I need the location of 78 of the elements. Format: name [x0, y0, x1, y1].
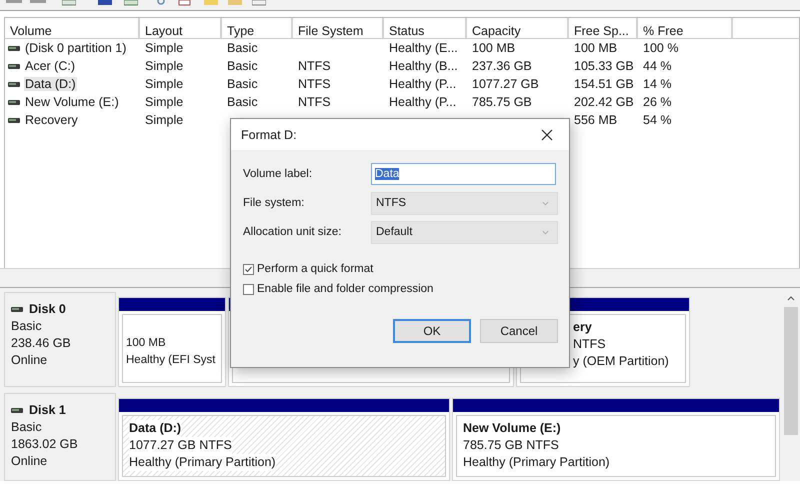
- table-cell: 785.75 GB: [472, 95, 532, 109]
- volume-label-field[interactable]: Data: [371, 163, 556, 185]
- table-cell: Basic: [227, 77, 258, 91]
- column-header[interactable]: Capacity: [467, 18, 569, 38]
- table-cell: Simple: [145, 41, 184, 55]
- table-cell: 100 MB: [472, 41, 516, 55]
- table-cell: Basic: [227, 59, 258, 73]
- checkbox-label[interactable]: Perform a quick format: [257, 263, 374, 275]
- partition-block[interactable]: Data (D:) 1077.27 GB NTFS Healthy (Primary Partition): [118, 398, 450, 481]
- disk-status: Online: [11, 453, 48, 470]
- volume-name[interactable]: (Disk 0 partition 1): [24, 41, 128, 55]
- partition-status: Healthy (Primary Partition): [129, 454, 276, 472]
- table-cell: Healthy (P...: [389, 95, 456, 109]
- table-cell: 154.51 GB: [574, 77, 634, 91]
- volume-name[interactable]: Acer (C:): [24, 59, 76, 73]
- table-cell: 105.33 GB: [574, 59, 634, 73]
- table-cell: 1077.27 GB: [472, 77, 539, 91]
- disk-name: Disk 0: [29, 301, 66, 318]
- table-cell: 14 %: [643, 77, 672, 91]
- table-cell: Basic: [227, 95, 258, 109]
- volume-name[interactable]: Recovery: [24, 113, 79, 127]
- table-cell: NTFS: [298, 95, 331, 109]
- partition-status: Healthy (EFI Syst: [126, 353, 216, 368]
- column-header[interactable]: Free Sp...: [569, 18, 638, 38]
- table-cell: NTFS: [298, 77, 331, 91]
- table-cell: Simple: [145, 77, 184, 91]
- disk-type: Basic: [11, 419, 43, 436]
- column-header[interactable]: File System: [293, 18, 384, 38]
- column-header[interactable]: Layout: [140, 18, 222, 38]
- column-header[interactable]: Type: [222, 18, 293, 38]
- table-cell: 556 MB: [574, 113, 618, 127]
- ok-button[interactable]: OK: [393, 319, 471, 343]
- disk-size: 238.46 GB: [11, 335, 72, 352]
- disk-name: Disk 1: [29, 402, 66, 420]
- disk-info-panel[interactable]: Disk 1 Basic 1863.02 GB Online: [4, 393, 116, 481]
- table-cell: 26 %: [643, 95, 672, 109]
- table-cell: 44 %: [643, 59, 672, 73]
- table-cell: Healthy (E...: [389, 41, 458, 55]
- table-cell: Simple: [145, 113, 184, 127]
- table-cell: Healthy (P...: [389, 77, 456, 91]
- table-cell: 100 %: [643, 41, 678, 55]
- checkbox-label[interactable]: Enable file and folder compression: [257, 283, 434, 295]
- field-label: Volume label:: [243, 168, 314, 180]
- table-cell: 237.36 GB: [472, 59, 532, 73]
- partition-status: Healthy (Primary Partition): [463, 454, 610, 472]
- table-cell: 54 %: [643, 113, 672, 127]
- table-cell: Simple: [145, 95, 184, 109]
- volume-name[interactable]: New Volume (E:): [24, 95, 120, 109]
- partition-size: 785.75 GB NTFS: [463, 437, 559, 454]
- column-header[interactable]: % Free: [638, 18, 733, 38]
- dropdown[interactable]: NTFS: [371, 192, 558, 214]
- partition-block[interactable]: 100 MB Healthy (EFI Syst: [118, 297, 226, 388]
- table-cell: Healthy (B...: [389, 59, 458, 73]
- dialog-title: Format D:: [241, 128, 297, 142]
- partition-status: y (OEM Partition): [573, 353, 669, 370]
- table-cell: NTFS: [298, 59, 331, 73]
- disk-status: Online: [11, 352, 48, 369]
- table-cell: 202.42 GB: [574, 95, 634, 109]
- disk-type: Basic: [11, 318, 43, 335]
- partition-title: New Volume (E:): [463, 420, 561, 438]
- disk-size: 1863.02 GB: [11, 436, 79, 454]
- table-cell: Simple: [145, 59, 184, 73]
- partition-title: Data (D:): [129, 420, 182, 438]
- field-label: File system:: [243, 197, 306, 209]
- partition-title: ery: [573, 319, 592, 336]
- partition-size: 100 MB: [126, 336, 166, 351]
- column-header[interactable]: Volume: [5, 18, 140, 38]
- column-header[interactable]: Status: [384, 18, 467, 38]
- cancel-button[interactable]: Cancel: [480, 319, 558, 343]
- table-cell: 100 MB: [574, 41, 618, 55]
- field-label: Allocation unit size:: [243, 226, 342, 238]
- volume-name[interactable]: Data (D:): [24, 77, 77, 91]
- partition-block[interactable]: New Volume (E:) 785.75 GB NTFS Healthy (Primary Partition): [452, 398, 780, 481]
- partition-size: NTFS: [573, 336, 606, 353]
- partition-size: 1077.27 GB NTFS: [129, 437, 232, 454]
- dropdown[interactable]: Default: [371, 220, 558, 244]
- disk-info-panel[interactable]: Disk 0 Basic 238.46 GB Online: [4, 292, 116, 388]
- table-cell: Basic: [227, 41, 258, 55]
